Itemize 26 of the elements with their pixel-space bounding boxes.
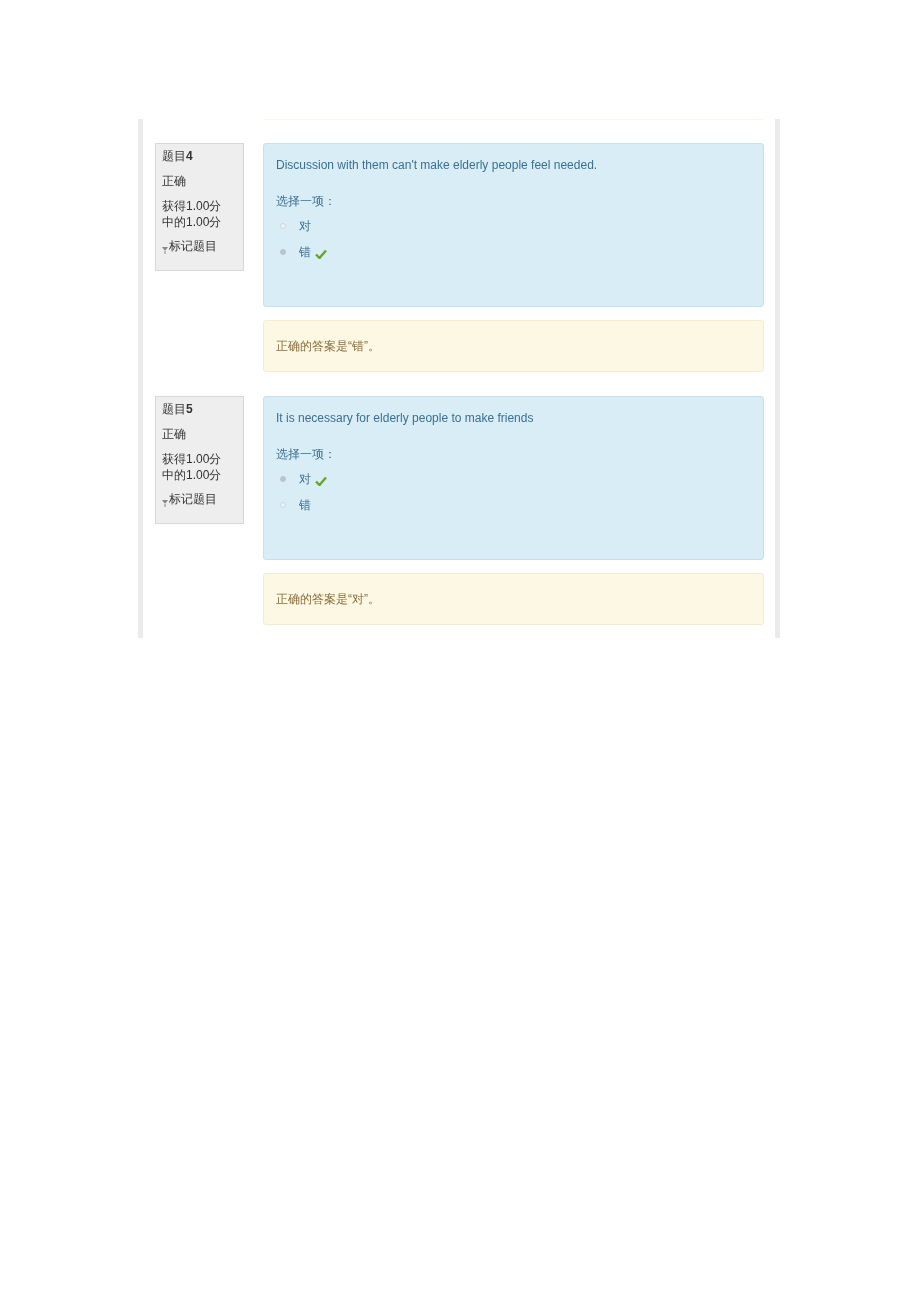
- question-score: 获得1.00分: [162, 198, 223, 214]
- question-score: 获得1.00分: [162, 451, 223, 467]
- radio-button[interactable]: [280, 223, 286, 229]
- question-status: 正确: [162, 173, 187, 189]
- correct-answer-text: 正确的答案是“对”。: [276, 591, 380, 608]
- flag-icon[interactable]: [162, 247, 168, 254]
- correct-answer-text: 正确的答案是“错”。: [276, 338, 380, 355]
- question-text: It is necessary for elderly people to make friends: [276, 410, 535, 426]
- radio-button[interactable]: [280, 249, 286, 255]
- question-text: Discussion with them can't make elderly people feel needed.: [276, 157, 599, 173]
- flag-question-link[interactable]: 标记题目: [169, 238, 217, 254]
- option-label[interactable]: 错: [299, 496, 311, 514]
- choose-one-prompt: 选择一项：: [276, 446, 337, 462]
- question-max-score: 中的1.00分: [162, 467, 223, 483]
- option-label[interactable]: 错: [299, 243, 311, 261]
- flag-question-link[interactable]: 标记题目: [169, 491, 217, 507]
- question-status: 正确: [162, 426, 187, 442]
- option-label[interactable]: 对: [299, 217, 311, 235]
- question-number: 题目4: [162, 148, 194, 164]
- question-number: 题目5: [162, 401, 194, 417]
- option-label[interactable]: 对: [299, 470, 311, 488]
- radio-button[interactable]: [280, 476, 286, 482]
- question-max-score: 中的1.00分: [162, 214, 223, 230]
- radio-button[interactable]: [280, 502, 286, 508]
- choose-one-prompt: 选择一项：: [276, 193, 337, 209]
- flag-icon[interactable]: [162, 500, 168, 507]
